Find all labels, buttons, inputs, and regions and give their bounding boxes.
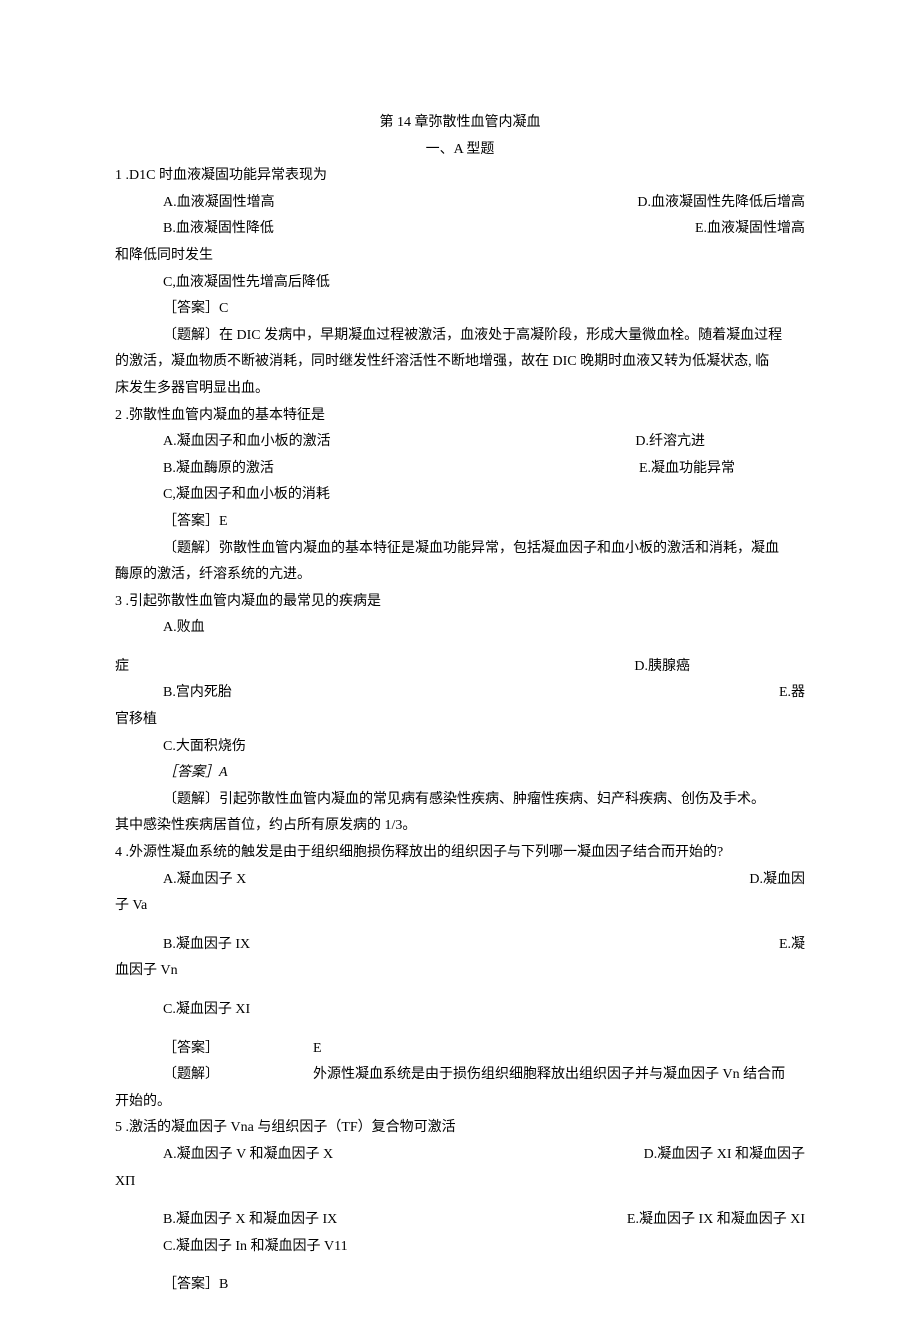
q5-opt-a: A.凝血因子 V 和凝血因子 X [115, 1142, 333, 1169]
q3-answer: ［答案］A [115, 760, 805, 787]
q4-opt-b: B.凝血因子 IX [115, 932, 250, 959]
q2-opt-e: E.凝血功能异常 [639, 456, 805, 483]
q2-stem: 2 .弥散性血管内凝血的基本特征是 [115, 403, 805, 430]
q2-opt-c: C,凝血因子和血小板的消耗 [115, 482, 805, 509]
q4-answer-label: ［答案］ [115, 1036, 313, 1063]
q2-answer: ［答案］E [115, 509, 805, 536]
q3-opt-c: C.大面积烧伤 [115, 734, 805, 761]
q3-explain-l1: 〔题解〕引起弥散性血管内凝血的常见病有感染性疾病、肿瘤性疾病、妇产科疾病、创伤及… [115, 787, 805, 814]
q3-explain-l2: 其中感染性疾病居首位，约占所有原发病的 1/3。 [115, 813, 805, 840]
q1-explain-l2: 的激活，凝血物质不断被消耗，同时继发性纤溶活性不断地增强，故在 DIC 晚期时血… [115, 349, 805, 376]
q5-answer: ［答案］B [115, 1272, 805, 1299]
chapter-title: 第 14 章弥散性血管内凝血 [115, 110, 805, 137]
q1-opt-d: D.血液凝固性先降低后增高 [637, 190, 805, 217]
q4-explain-row: 〔题解〕 外源性凝血系统是由于损伤组织细胞释放出组织因子并与凝血因子 Vn 结合… [115, 1062, 805, 1089]
q5-opt-e: E.凝血因子 IX 和凝血因子 XI [627, 1207, 805, 1234]
q3-opt-d: D.胰腺癌 [634, 654, 805, 681]
q5-opt-d: D.凝血因子 XI 和凝血因子 [644, 1142, 805, 1169]
q3-opt-e: E.器 [779, 680, 805, 707]
q4-answer-row: ［答案］ E [115, 1036, 805, 1063]
q4-opt-d: D.凝血因 [749, 867, 805, 894]
q4-opt-a: A.凝血因子 X [115, 867, 246, 894]
q3-zheng: 症 [115, 654, 129, 681]
q1-opt-e-tail: 和降低同时发生 [115, 243, 805, 270]
section-title: 一、A 型题 [115, 137, 805, 164]
q4-explain-tail: 开始的。 [115, 1089, 805, 1116]
q1-stem: 1 .D1C 时血液凝固功能异常表现为 [115, 163, 805, 190]
q3-stem: 3 .引起弥散性血管内凝血的最常见的疾病是 [115, 589, 805, 616]
question-3: 3 .引起弥散性血管内凝血的最常见的疾病是 A.败血 症 D.胰腺癌 B.宫内死… [115, 589, 805, 840]
q4-opt-e: E.凝 [779, 932, 805, 959]
q3-opt-e-tail: 官移植 [115, 707, 805, 734]
q2-opt-b: B.凝血酶原的激活 [115, 456, 274, 483]
q1-explain-l3: 床发生多器官明显出血。 [115, 376, 805, 403]
question-1: 1 .D1C 时血液凝固功能异常表现为 A.血液凝固性增高 D.血液凝固性先降低… [115, 163, 805, 402]
q5-stem: 5 .激活的凝血因子 Vna 与组织因子（TF）复合物可激活 [115, 1115, 805, 1142]
q2-opt-d: D.纤溶亢进 [635, 429, 805, 456]
document-page: 第 14 章弥散性血管内凝血 一、A 型题 1 .D1C 时血液凝固功能异常表现… [0, 0, 920, 1339]
q5-opt-b: B.凝血因子 X 和凝血因子 IX [115, 1207, 337, 1234]
q4-opt-e-tail: 血因子 Vn [115, 958, 805, 985]
q3-opt-b: B.宫内死胎 [115, 680, 232, 707]
q2-explain-l1: 〔题解〕弥散性血管内凝血的基本特征是凝血功能异常，包括凝血因子和血小板的激活和消… [115, 536, 805, 563]
q1-opt-b: B.血液凝固性降低 [115, 216, 274, 243]
question-4: 4 .外源性凝血系统的触发是由于组织细胞损伤释放出的组织因子与下列哪一凝血因子结… [115, 840, 805, 1115]
q1-opt-a: A.血液凝固性增高 [115, 190, 275, 217]
q4-stem: 4 .外源性凝血系统的触发是由于组织细胞损伤释放出的组织因子与下列哪一凝血因子结… [115, 840, 805, 867]
q1-opt-e: E.血液凝固性增高 [695, 216, 805, 243]
q4-answer-value: E [313, 1036, 322, 1063]
question-5: 5 .激活的凝血因子 Vna 与组织因子（TF）复合物可激活 A.凝血因子 V … [115, 1115, 805, 1299]
q4-opt-c: C.凝血因子 XI [115, 997, 805, 1024]
question-2: 2 .弥散性血管内凝血的基本特征是 A.凝血因子和血小板的激活 D.纤溶亢进 B… [115, 403, 805, 589]
q5-opt-c: C.凝血因子 In 和凝血因子 V11 [115, 1234, 805, 1261]
q4-opt-d-tail: 子 Va [115, 893, 805, 920]
q2-opt-a: A.凝血因子和血小板的激活 [115, 429, 331, 456]
q1-answer: ［答案］C [115, 296, 805, 323]
q3-opt-a: A.败血 [115, 615, 805, 642]
q1-explain-l1: 〔题解〕在 DIC 发病中，早期凝血过程被激活，血液处于高凝阶段，形成大量微血栓… [115, 323, 805, 350]
q4-explain-label: 〔题解〕 [115, 1062, 313, 1089]
q4-explain-value: 外源性凝血系统是由于损伤组织细胞释放出组织因子并与凝血因子 Vn 结合而 [313, 1062, 785, 1089]
q5-opt-d-tail: XΠ [115, 1169, 805, 1196]
q2-explain-l2: 酶原的激活，纤溶系统的亢进。 [115, 562, 805, 589]
q1-opt-c: C,血液凝固性先增高后降低 [115, 270, 805, 297]
